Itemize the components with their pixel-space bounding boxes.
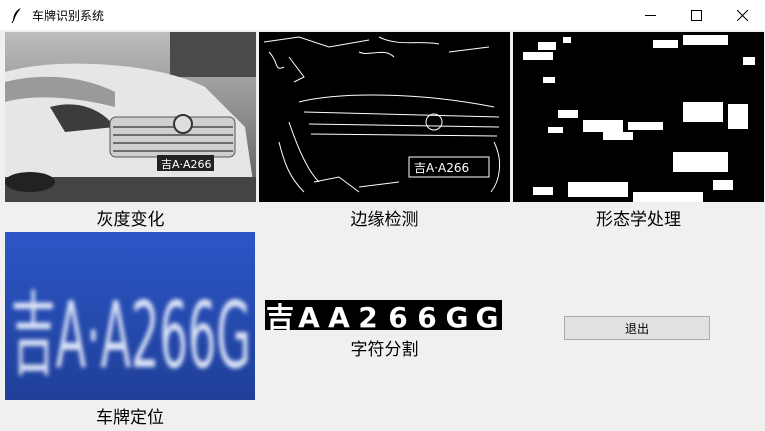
svg-text:A: A bbox=[298, 301, 320, 330]
close-button[interactable] bbox=[719, 0, 765, 30]
plate-text: 吉A·A266G bbox=[11, 282, 251, 389]
morphology-image bbox=[513, 32, 764, 202]
segment-caption: 字符分割 bbox=[350, 340, 419, 360]
svg-text:6: 6 bbox=[417, 301, 436, 330]
morph-caption: 形态学处理 bbox=[596, 210, 681, 230]
close-icon bbox=[736, 9, 748, 21]
locate-caption: 车牌定位 bbox=[96, 408, 164, 428]
svg-text:G: G bbox=[446, 301, 469, 330]
svg-text:A: A bbox=[328, 301, 350, 330]
minimize-icon bbox=[644, 14, 656, 16]
svg-text:G: G bbox=[476, 301, 499, 330]
plate-location-image: 吉A·A266G bbox=[5, 232, 255, 400]
segmented-characters-image: 吉AA2 66GG bbox=[265, 300, 502, 330]
svg-text:吉A·A266: 吉A·A266 bbox=[161, 158, 212, 171]
window-title: 车牌识别系统 bbox=[32, 9, 105, 23]
feather-icon bbox=[11, 8, 21, 23]
grayscale-image: 吉A·A266 bbox=[5, 32, 256, 202]
svg-text:2: 2 bbox=[358, 301, 377, 330]
title-bar: 车牌识别系统 bbox=[0, 0, 765, 30]
edge-detection-image: 吉A·A266 bbox=[259, 32, 510, 202]
edge-caption: 边缘检测 bbox=[350, 210, 419, 230]
maximize-icon bbox=[690, 9, 702, 21]
gray-caption: 灰度变化 bbox=[96, 210, 165, 230]
maximize-button[interactable] bbox=[673, 0, 719, 30]
minimize-button[interactable] bbox=[627, 0, 673, 30]
svg-text:6: 6 bbox=[388, 301, 407, 330]
svg-text:吉A·A266: 吉A·A266 bbox=[414, 161, 469, 175]
svg-text:吉: 吉 bbox=[266, 301, 294, 330]
exit-button[interactable]: 退出 bbox=[564, 316, 710, 340]
